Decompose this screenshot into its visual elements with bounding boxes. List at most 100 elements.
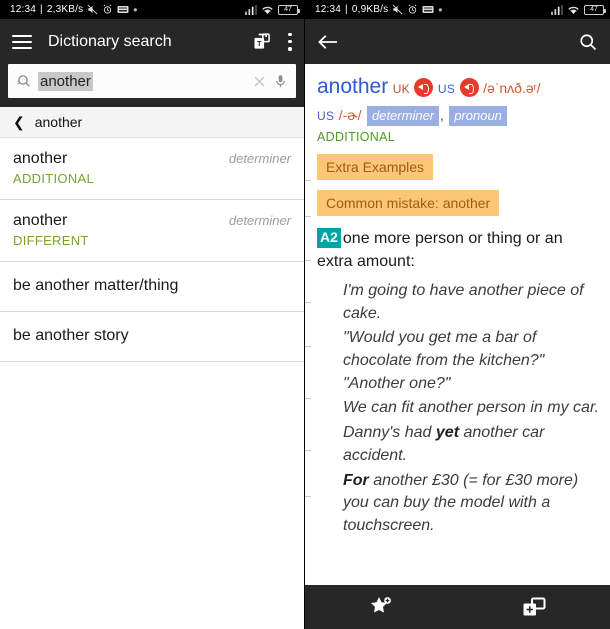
pos-chip-determiner: determiner — [366, 106, 440, 126]
common-mistake-button[interactable]: Common mistake: another — [317, 190, 500, 217]
sense-caption: ADDITIONAL — [317, 130, 396, 145]
text-clipboard-icon[interactable]: T — [252, 32, 272, 52]
uk-label: UK — [392, 82, 410, 96]
app-bar-left: Dictionary search T — [0, 19, 304, 64]
status-bar-right-group: 47 — [551, 4, 606, 15]
pos-chip-pronoun: pronoun — [449, 106, 507, 126]
example-pre: Danny's had — [343, 424, 436, 442]
left-screen-search: 12:34 | 2,3KB/s • 47 Dictionary search T… — [0, 0, 305, 629]
status-bar-left: 12:34 | 2,3KB/s • 47 — [0, 0, 304, 19]
search-icon[interactable] — [578, 32, 598, 52]
status-bar-left-group: 12:34 | 0,9KB/s • — [315, 2, 443, 17]
alarm-icon — [407, 4, 418, 15]
microphone-icon[interactable] — [273, 73, 288, 90]
keyboard-icon — [117, 5, 129, 14]
ipa-uk: /əˈnʌð.ə — [483, 80, 534, 96]
chevron-left-icon[interactable]: ❮ — [13, 115, 25, 129]
headword-line: another UK US /əˈnʌð.ər/ — [317, 72, 600, 102]
clear-icon[interactable] — [252, 74, 267, 89]
example-sentence: We can fit another person in my car. — [343, 397, 600, 420]
keyboard-icon — [422, 5, 434, 14]
status-network-speed: 0,9KB/s — [351, 4, 389, 15]
status-network-speed: 2,3KB/s — [46, 4, 84, 15]
right-screen-entry: 12:34 | 0,9KB/s • 47 another UK US /əˈnʌ… — [305, 0, 610, 629]
headword: another — [317, 75, 389, 98]
example-sentence: I'm going to have another piece of cake. — [343, 280, 600, 325]
bottom-bar — [305, 585, 610, 629]
search-input[interactable]: another — [8, 64, 296, 98]
status-separator: | — [40, 4, 43, 15]
example-post: We can fit another person in my car. — [343, 399, 600, 417]
status-bar-left-group: 12:34 | 2,3KB/s • — [10, 2, 138, 17]
list-item-top: be another story — [13, 327, 291, 345]
status-bar-right: 12:34 | 0,9KB/s • 47 — [305, 0, 610, 19]
signal-icon — [551, 4, 563, 15]
alarm-icon — [102, 4, 113, 15]
dictionary-entry: another UK US /əˈnʌð.ər/ US /-ɚ/ determi… — [305, 64, 610, 583]
favorite-button[interactable] — [305, 595, 458, 619]
examples-list: I'm going to have another piece of cake.… — [317, 280, 600, 538]
status-separator: | — [345, 4, 348, 15]
dual-screenshot: 12:34 | 2,3KB/s • 47 Dictionary search T… — [0, 0, 610, 629]
list-item-top: another determiner — [13, 212, 291, 230]
us-pronunciation-line: US /-ɚ/ determiner, pronoun — [317, 104, 600, 128]
results-header-label: another — [34, 114, 83, 130]
star-add-icon — [369, 595, 393, 619]
ipa-uk-end: / — [536, 80, 541, 96]
page-title: Dictionary search — [48, 32, 172, 50]
example-bold: For — [343, 471, 369, 489]
list-item-pos: determiner — [228, 213, 291, 228]
example-bold: yet — [435, 424, 460, 442]
search-bar-container: another — [0, 64, 304, 107]
extra-examples-button[interactable]: Extra Examples — [317, 154, 434, 181]
search-icon — [16, 73, 32, 89]
status-clock: 12:34 — [315, 4, 342, 15]
status-clock: 12:34 — [10, 4, 37, 15]
results-header[interactable]: ❮ another — [0, 107, 304, 138]
signal-icon — [245, 4, 257, 15]
mute-icon — [392, 4, 403, 15]
example-post: "Would you get me a bar of chocolate fro… — [343, 329, 545, 392]
list-item[interactable]: another determiner ADDITIONAL — [0, 138, 304, 200]
definition-text: one more person or thing or an extra amo… — [317, 230, 563, 271]
list-item-word: be another matter/thing — [13, 277, 179, 294]
mute-icon — [87, 4, 98, 15]
list-item-sense: ADDITIONAL — [13, 171, 95, 186]
ipa-us: /-ɚ/ — [338, 107, 362, 124]
us-label: US — [437, 82, 456, 96]
hamburger-icon[interactable] — [12, 34, 32, 49]
list-item-pos: determiner — [228, 151, 291, 166]
list-item-sense: DIFFERENT — [13, 233, 89, 248]
results-list: another determiner ADDITIONAL another de… — [0, 138, 304, 362]
example-sentence: For another £30 (= for £30 more) you can… — [343, 470, 600, 538]
example-sentence: Danny's had yet another car accident. — [343, 422, 600, 467]
wifi-icon — [567, 5, 580, 15]
section-rail — [305, 64, 311, 583]
svg-text:T: T — [257, 38, 262, 47]
speaker-icon[interactable] — [459, 78, 479, 97]
add-window-icon — [522, 597, 546, 618]
arrow-back-icon[interactable] — [317, 33, 339, 51]
pos-separator: , — [440, 108, 444, 124]
app-bar-right — [305, 19, 610, 64]
search-input-value[interactable]: another — [38, 71, 93, 91]
overflow-menu-icon[interactable] — [288, 32, 292, 51]
level-badge: A2 — [317, 228, 341, 249]
example-post: another £30 (= for £30 more) you can buy… — [343, 471, 579, 535]
list-item-top: be another matter/thing — [13, 277, 291, 295]
battery-indicator: 47 — [278, 4, 300, 15]
list-item[interactable]: be another matter/thing — [0, 262, 304, 312]
speaker-icon[interactable] — [414, 78, 434, 97]
new-window-button[interactable] — [458, 597, 610, 618]
list-item[interactable]: be another story — [0, 312, 304, 362]
example-sentence: "Would you get me a bar of chocolate fro… — [343, 327, 600, 395]
us-label-2: US — [317, 109, 335, 124]
definition-line: A2 one more person or thing or an extra a… — [317, 228, 600, 273]
list-item-word: another — [13, 150, 68, 167]
list-item-top: another determiner — [13, 150, 291, 168]
list-item-word: be another story — [13, 327, 129, 344]
wifi-icon — [261, 5, 274, 15]
example-post: I'm going to have another piece of cake. — [343, 281, 584, 322]
list-item[interactable]: another determiner DIFFERENT — [0, 200, 304, 262]
battery-indicator: 47 — [584, 4, 606, 15]
